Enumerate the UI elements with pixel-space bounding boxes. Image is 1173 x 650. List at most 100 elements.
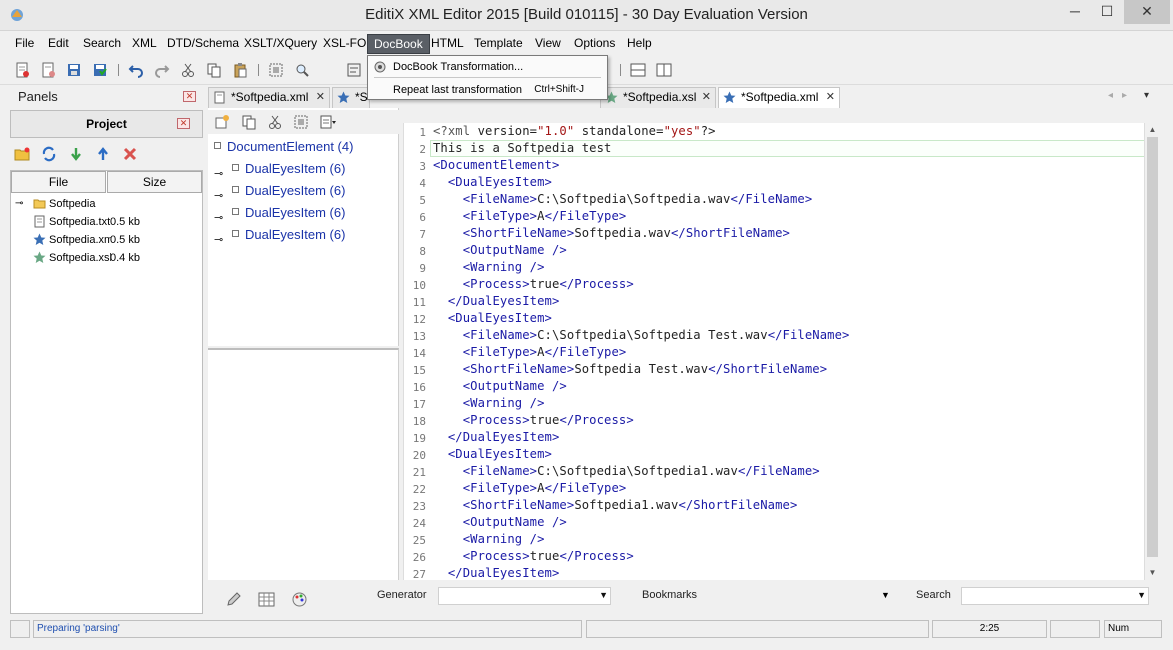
code-line[interactable]: </DualEyesItem>	[433, 566, 559, 580]
refresh-icon[interactable]	[41, 146, 57, 162]
code-line[interactable]: <FileType>A</FileType>	[433, 209, 627, 223]
expand-toggle-icon[interactable]: ⊸	[15, 195, 23, 213]
menu-xml[interactable]: XML	[126, 34, 163, 54]
save-all-icon[interactable]	[92, 62, 108, 78]
code-line[interactable]: <Process>true</Process>	[433, 413, 634, 427]
outline-options-icon[interactable]	[320, 114, 336, 130]
cut-icon[interactable]	[180, 62, 196, 78]
delete-icon[interactable]	[122, 146, 138, 162]
split-horizontal-icon[interactable]	[630, 62, 646, 78]
code-line[interactable]: <OutputName />	[433, 243, 567, 257]
code-line[interactable]: <ShortFileName>Softpedia.wav</ShortFileN…	[433, 226, 790, 240]
outline-item[interactable]: ⊸ DualEyesItem (6)	[214, 224, 345, 246]
editor-vertical-scrollbar[interactable]: ▲ ▼	[1144, 123, 1159, 580]
code-line[interactable]: <ShortFileName>Softpedia Test.wav</Short…	[433, 362, 827, 376]
code-line[interactable]: <ShortFileName>Softpedia1.wav</ShortFile…	[433, 498, 798, 512]
project-file-row[interactable]: Softpedia.xml 0.5 kb	[33, 231, 203, 249]
menu-dtd-schema[interactable]: DTD/Schema	[161, 34, 245, 54]
split-vertical-icon[interactable]	[656, 62, 672, 78]
close-button[interactable]: ✕	[1124, 0, 1170, 24]
scrollbar-thumb[interactable]	[1147, 137, 1158, 557]
cut-node-icon[interactable]	[267, 114, 283, 130]
menu-html[interactable]: HTML	[425, 34, 470, 54]
code-line[interactable]: <Process>true</Process>	[433, 277, 634, 291]
menu-file[interactable]: File	[9, 34, 40, 54]
color-palette-icon[interactable]	[291, 591, 308, 608]
dropdown-arrow-icon[interactable]: ▼	[1137, 590, 1146, 600]
search-input[interactable]: ▼	[961, 587, 1149, 605]
code-line[interactable]: <OutputName />	[433, 379, 567, 393]
code-line[interactable]: <FileName>C:\Softpedia\Softpedia.wav</Fi…	[433, 192, 812, 206]
project-file-row[interactable]: Softpedia.txt 0.5 kb	[33, 213, 203, 231]
menu-view[interactable]: View	[529, 34, 567, 54]
close-project-icon[interactable]: ✕	[177, 118, 190, 129]
code-line[interactable]: <Process>true</Process>	[433, 549, 634, 563]
code-line[interactable]: <OutputName />	[433, 515, 567, 529]
code-line[interactable]: <Warning />	[433, 260, 545, 274]
expand-toggle-icon[interactable]: ⊸	[214, 163, 223, 185]
code-line[interactable]: <?xml version="1.0" standalone="yes"?>	[433, 124, 716, 138]
close-panels-icon[interactable]: ✕	[183, 91, 196, 102]
tab-close-icon[interactable]: ✕	[316, 88, 325, 107]
paste-icon[interactable]	[232, 62, 248, 78]
menu-xsl-fo[interactable]: XSL-FO	[317, 34, 372, 54]
new-folder-icon[interactable]	[14, 146, 30, 162]
tab-close-icon[interactable]: ✕	[826, 88, 835, 107]
xml-editor[interactable]: 1 2 3 4 5 6 7 8 9 10 11 12 13 14 15 16 17 18 19 20 21 22 23 24 2…	[403, 123, 1159, 580]
expand-toggle-icon[interactable]: ⊸	[214, 185, 223, 207]
repeat-last-transformation-item[interactable]: Repeat last transformation Ctrl+Shift-J	[369, 80, 606, 100]
tab-close-icon[interactable]: ✕	[702, 88, 711, 107]
outline-item[interactable]: ⊸ DualEyesItem (6)	[214, 180, 345, 202]
menu-search[interactable]: Search	[77, 34, 127, 54]
code-line[interactable]: <DualEyesItem>	[433, 175, 552, 189]
tab-softpedia-xml-2[interactable]: *Sof	[332, 87, 370, 108]
code-line[interactable]: </DualEyesItem>	[433, 430, 559, 444]
expand-toggle-icon[interactable]: ⊸	[214, 207, 223, 229]
tab-softpedia-xsl[interactable]: *Softpedia.xsl ✕	[600, 87, 716, 108]
open-file-icon[interactable]	[40, 62, 56, 78]
copy-node-icon[interactable]	[241, 114, 257, 130]
outline-item[interactable]: ⊸ DualEyesItem (6)	[214, 158, 345, 180]
docbook-transformation-item[interactable]: DocBook Transformation...	[369, 57, 606, 77]
tab-softpedia-xml-active[interactable]: *Softpedia.xml ✕	[718, 87, 840, 108]
outline-root[interactable]: DocumentElement (4)	[214, 136, 353, 158]
pencil-icon[interactable]	[225, 591, 242, 608]
scroll-up-icon[interactable]: ▲	[1145, 123, 1160, 137]
dropdown-arrow-icon[interactable]: ▼	[599, 590, 608, 600]
menu-docbook[interactable]: DocBook	[367, 34, 430, 54]
new-file-icon[interactable]	[14, 62, 30, 78]
code-line[interactable]: <FileName>C:\Softpedia\Softpedia Test.wa…	[433, 328, 850, 342]
menu-xslt-xquery[interactable]: XSLT/XQuery	[238, 34, 323, 54]
tab-scroll-left-icon[interactable]: ◂	[1108, 90, 1113, 101]
generator-select[interactable]: ▼	[438, 587, 611, 605]
select-icon[interactable]	[268, 62, 284, 78]
scroll-down-icon[interactable]: ▼	[1145, 566, 1160, 580]
code-line[interactable]: <DualEyesItem>	[433, 311, 552, 325]
move-up-icon[interactable]	[95, 146, 111, 162]
code-line[interactable]: <DualEyesItem>	[433, 447, 552, 461]
redo-icon[interactable]	[154, 62, 170, 78]
code-line[interactable]: </DualEyesItem>	[433, 294, 559, 308]
outline-item[interactable]: ⊸ DualEyesItem (6)	[214, 202, 345, 224]
column-header-size[interactable]: Size	[107, 171, 202, 193]
menu-edit[interactable]: Edit	[42, 34, 75, 54]
copy-icon[interactable]	[206, 62, 222, 78]
code-line[interactable]: <DocumentElement>	[433, 158, 559, 172]
tab-softpedia-xml-text[interactable]: *Softpedia.xml ✕	[208, 87, 330, 108]
menu-options[interactable]: Options	[568, 34, 621, 54]
code-line[interactable]: <Warning />	[433, 396, 545, 410]
code-line[interactable]: This is a Softpedia test	[433, 141, 612, 155]
format-icon[interactable]	[346, 62, 362, 78]
column-header-file[interactable]: File	[11, 171, 106, 193]
tab-scroll-right-icon[interactable]: ▸	[1122, 90, 1127, 101]
tab-list-icon[interactable]: ▾	[1144, 90, 1149, 101]
minimize-button[interactable]: ─	[1060, 0, 1090, 24]
menu-help[interactable]: Help	[621, 34, 658, 54]
expand-toggle-icon[interactable]: ⊸	[214, 229, 223, 251]
save-icon[interactable]	[66, 62, 82, 78]
find-icon[interactable]	[294, 62, 310, 78]
project-file-row[interactable]: Softpedia.xsl 0.4 kb	[33, 249, 203, 267]
maximize-button[interactable]: ☐	[1092, 0, 1122, 24]
select-node-icon[interactable]	[293, 114, 309, 130]
move-down-icon[interactable]	[68, 146, 84, 162]
